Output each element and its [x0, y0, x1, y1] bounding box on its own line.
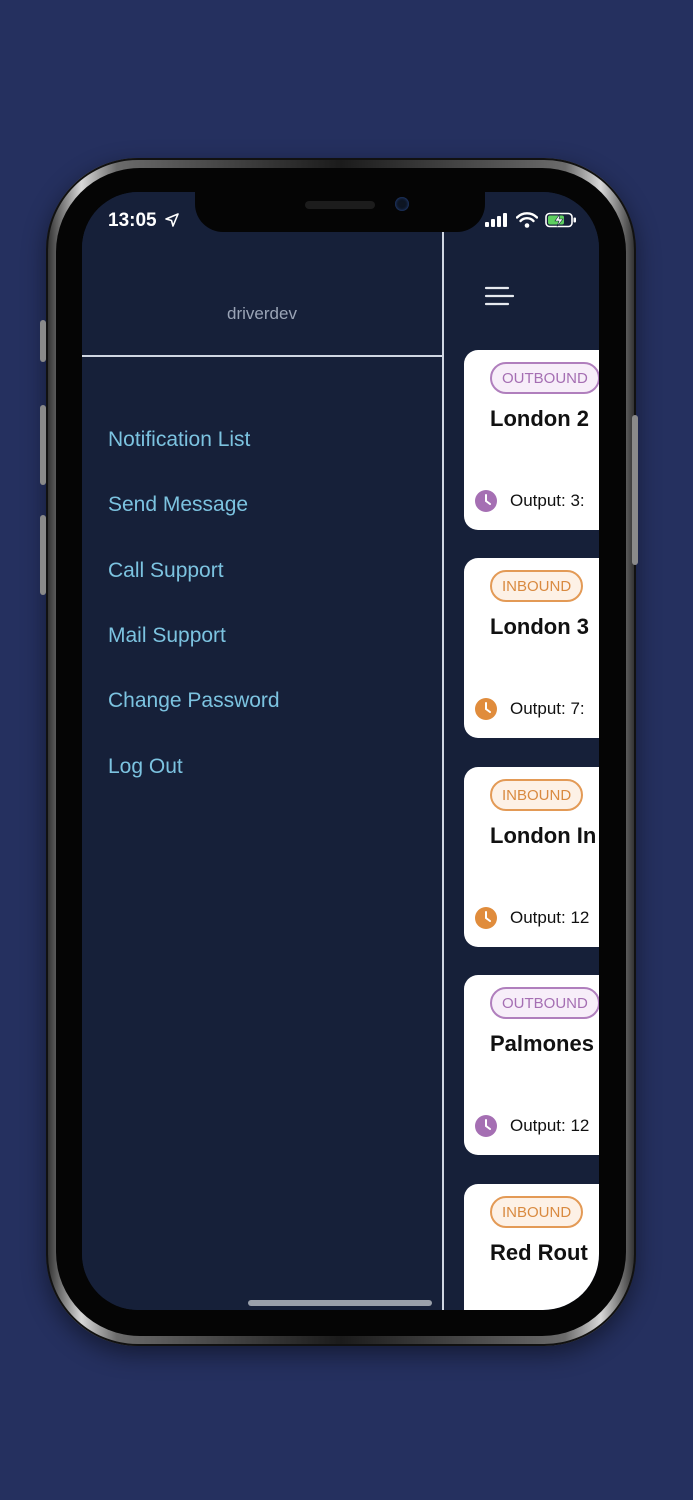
clock-icon: [475, 907, 497, 929]
drawer-username: driverdev: [227, 304, 297, 323]
volume-up-button: [40, 405, 46, 485]
navigation-drawer: driverdev Notification List Send Message…: [82, 192, 444, 1310]
shipment-card[interactable]: OUTBOUND London 2 Output: 3:: [464, 350, 599, 530]
drawer-divider: [82, 355, 442, 357]
location-arrow-icon: [165, 213, 179, 227]
inbound-badge: INBOUND: [490, 1196, 584, 1228]
notch: [195, 192, 485, 232]
battery-charging-icon: [545, 212, 576, 228]
inbound-badge: INBOUND: [490, 570, 584, 602]
output-text: Output: 3:: [510, 491, 585, 510]
signal-icon: [485, 213, 507, 227]
power-button: [632, 415, 638, 565]
clock-icon: [475, 1115, 497, 1137]
status-time-text: 13:05: [108, 210, 157, 231]
card-title: London 2: [490, 406, 589, 431]
home-indicator[interactable]: [248, 1300, 432, 1306]
menu-item-notification-list[interactable]: Notification List: [108, 428, 250, 452]
card-title: Red Rout: [490, 1240, 588, 1265]
menu-item-log-out[interactable]: Log Out: [108, 755, 183, 779]
menu-item-send-message[interactable]: Send Message: [108, 493, 248, 517]
shipment-card[interactable]: INBOUND London In Output: 12: [464, 767, 599, 947]
output-text: Output: 12: [510, 908, 590, 927]
outbound-badge: OUTBOUND: [490, 987, 599, 1019]
output-text: Output: 12: [510, 1116, 590, 1135]
clock-icon: [475, 698, 497, 720]
card-title: London 3: [490, 614, 589, 639]
front-camera: [395, 197, 409, 211]
menu-item-call-support[interactable]: Call Support: [108, 559, 224, 583]
shipment-card[interactable]: INBOUND Red Rout: [464, 1184, 599, 1310]
shipment-card[interactable]: OUTBOUND Palmones Output: 12: [464, 975, 599, 1155]
card-title: London In: [490, 823, 597, 848]
card-output: Output: 3:: [474, 489, 585, 513]
card-output: Output: 12: [474, 1114, 589, 1138]
output-text: Output: 7:: [510, 699, 585, 718]
volume-down-button: [40, 515, 46, 595]
outbound-badge: OUTBOUND: [490, 362, 599, 394]
menu-item-change-password[interactable]: Change Password: [108, 689, 280, 713]
clock-icon: [475, 490, 497, 512]
status-time: 13:05: [108, 210, 179, 232]
inbound-badge: INBOUND: [490, 779, 584, 811]
wifi-icon: [516, 212, 538, 228]
speaker-grille: [305, 201, 375, 209]
card-title: Palmones: [490, 1031, 594, 1056]
phone-screen: 13:05 driverdev Notification List Send M…: [82, 192, 599, 1310]
menu-item-mail-support[interactable]: Mail Support: [108, 624, 226, 648]
card-output: Output: 12: [474, 906, 589, 930]
status-icons: [485, 212, 577, 228]
main-content: OUTBOUND London 2 Output: 3: INBOUND Lon…: [444, 192, 599, 1310]
card-output: Output: 7:: [474, 697, 585, 721]
mute-switch: [40, 320, 46, 362]
hamburger-menu-icon[interactable]: [484, 285, 514, 307]
shipment-card[interactable]: INBOUND London 3 Output: 7:: [464, 558, 599, 738]
